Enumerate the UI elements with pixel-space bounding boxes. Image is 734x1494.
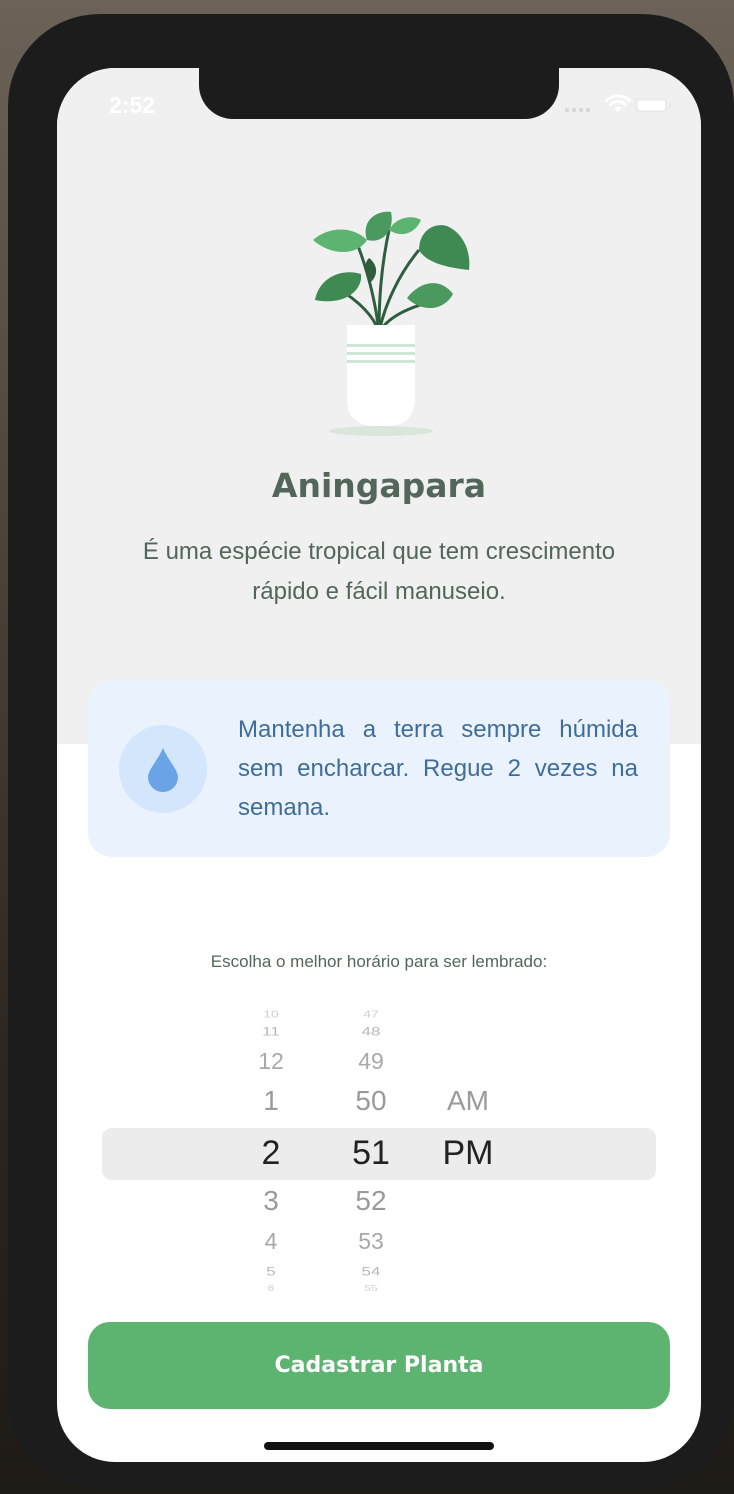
- home-indicator[interactable]: [264, 1442, 494, 1450]
- plant-illustration: [313, 211, 470, 436]
- battery-icon: [635, 98, 667, 112]
- hour-option[interactable]: 4: [231, 1228, 311, 1255]
- phone-frame: 2:52 Aningapara É uma espécie tropical q…: [8, 14, 734, 1490]
- hour-selected[interactable]: 2: [231, 1134, 311, 1173]
- hour-option[interactable]: 3: [231, 1185, 311, 1217]
- period-option[interactable]: AM: [428, 1085, 508, 1117]
- period-selected[interactable]: PM: [428, 1134, 508, 1173]
- water-drop-icon: [148, 748, 178, 792]
- status-icons: [565, 94, 675, 118]
- minute-option[interactable]: 48: [331, 1025, 411, 1039]
- battery-tip: [669, 103, 671, 108]
- minute-option[interactable]: 50: [331, 1085, 411, 1117]
- status-time: 2:52: [109, 92, 156, 118]
- minute-option[interactable]: 54: [331, 1265, 411, 1279]
- register-plant-button[interactable]: Cadastrar Planta: [88, 1322, 670, 1409]
- minute-option[interactable]: 49: [331, 1048, 411, 1075]
- notch: [199, 68, 559, 119]
- phone-screen: 2:52 Aningapara É uma espécie tropical q…: [57, 68, 701, 1462]
- minute-option[interactable]: 53: [331, 1228, 411, 1255]
- hour-option[interactable]: 1: [231, 1085, 311, 1117]
- wifi-icon: [605, 94, 631, 112]
- hour-option[interactable]: 5: [231, 1265, 311, 1279]
- reminder-time-label: Escolha o melhor horário para ser lembra…: [210, 952, 548, 971]
- reminder-time-picker[interactable]: 10 11 12 1 2 3 4 5 6 47 48 49 50 51 52 53 54 55 AM PM: [57, 1010, 701, 1292]
- hour-option[interactable]: 12: [231, 1048, 311, 1075]
- watering-tip-text: Mantenha a terra sempre húmida sem encha…: [238, 716, 638, 821]
- hour-option[interactable]: 6: [231, 1283, 311, 1292]
- watering-tip-card: Mantenha a terra sempre húmida sem encha…: [88, 680, 670, 857]
- hour-option[interactable]: 10: [231, 1010, 311, 1019]
- hour-option[interactable]: 11: [231, 1025, 311, 1039]
- cellular-signal-icon: [565, 108, 590, 112]
- minute-option[interactable]: 55: [331, 1283, 411, 1292]
- minute-option[interactable]: 52: [331, 1185, 411, 1217]
- minute-option[interactable]: 47: [331, 1010, 411, 1019]
- minute-selected[interactable]: 51: [331, 1134, 411, 1173]
- water-drop-badge: [119, 725, 207, 813]
- plant-name: Aningapara: [271, 466, 487, 505]
- plant-description: É uma espécie tropical que tem crescimen…: [142, 538, 616, 605]
